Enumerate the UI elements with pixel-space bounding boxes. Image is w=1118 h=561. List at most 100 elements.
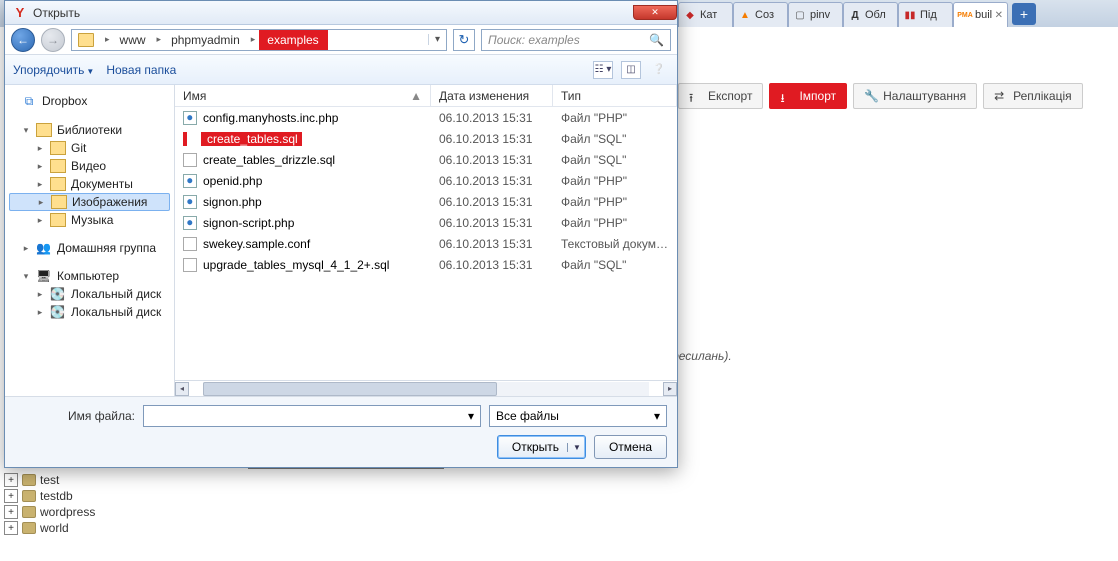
nav-item-video[interactable]: ▸Видео	[9, 157, 170, 175]
file-name: openid.php	[203, 174, 262, 188]
expand-icon[interactable]: ▸	[36, 197, 46, 208]
file-row[interactable]: signon.php06.10.2013 15:31Файл "PHP"	[175, 191, 677, 212]
file-type: Файл "PHP"	[553, 111, 677, 125]
nav-item-dropbox[interactable]: ⧉Dropbox	[9, 91, 170, 111]
yandex-icon: Y	[13, 6, 27, 20]
search-input[interactable]: Поиск: examples 🔍	[481, 29, 671, 51]
browser-tab[interactable]: ▲Соз	[733, 2, 788, 27]
file-row[interactable]: openid.php06.10.2013 15:31Файл "PHP"	[175, 170, 677, 191]
preview-pane-button[interactable]: ◫	[621, 61, 641, 79]
tab-import[interactable]: ⭳Імпорт	[769, 83, 847, 109]
breadcrumb-segment[interactable]: phpmyadmin	[165, 30, 247, 50]
file-row[interactable]: signon-script.php06.10.2013 15:31Файл "P…	[175, 212, 677, 233]
nav-back-button[interactable]: ←	[11, 28, 35, 52]
chevron-down-icon[interactable]: ▾	[654, 409, 660, 423]
expand-icon[interactable]: +	[4, 489, 18, 503]
expand-icon[interactable]: ▸	[35, 215, 45, 226]
browser-tab[interactable]: ДОбл	[843, 2, 898, 27]
db-tree-item[interactable]: +test	[4, 472, 95, 488]
db-tree-item[interactable]: +testdb	[4, 488, 95, 504]
browser-tab[interactable]: ◆Кат	[678, 2, 733, 27]
address-dropdown[interactable]: ▾	[428, 34, 446, 45]
filename-input[interactable]: ▾	[143, 405, 481, 427]
file-type: Файл "SQL"	[553, 132, 677, 146]
nav-item-git[interactable]: ▸Git	[9, 139, 170, 157]
chevron-right-icon[interactable]: ▸	[101, 34, 114, 45]
file-icon	[187, 132, 201, 146]
nav-tree: ⧉Dropbox ▾Библиотеки ▸Git ▸Видео ▸Докуме…	[5, 85, 175, 396]
database-icon	[22, 474, 36, 486]
file-row[interactable]: swekey.sample.conf06.10.2013 15:31Тексто…	[175, 233, 677, 254]
pma-icon: PMA	[958, 8, 972, 22]
window-close-button[interactable]: ✕	[633, 5, 677, 20]
file-row[interactable]: create_tables_drizzle.sql06.10.2013 15:3…	[175, 149, 677, 170]
file-row[interactable]: create_tables.sql06.10.2013 15:31Файл "S…	[175, 128, 677, 149]
expand-icon[interactable]: +	[4, 521, 18, 535]
browser-tab-active[interactable]: PMAbuil✕	[953, 2, 1008, 27]
organize-menu[interactable]: Упорядочить▼	[13, 63, 94, 77]
column-header-date[interactable]: Дата изменения	[431, 85, 553, 106]
expand-icon[interactable]: ▸	[35, 143, 45, 154]
file-row[interactable]: upgrade_tables_mysql_4_1_2+.sql06.10.201…	[175, 254, 677, 275]
nav-item-music[interactable]: ▸Музыка	[9, 211, 170, 229]
expand-icon[interactable]: ▸	[35, 161, 45, 172]
nav-item-pictures-selected[interactable]: ▸Изображения	[9, 193, 170, 211]
db-tree-item[interactable]: +wordpress	[4, 504, 95, 520]
file-type: Файл "SQL"	[553, 153, 677, 167]
nav-item-local-disk[interactable]: ▸💽Локальный диск	[9, 285, 170, 303]
nav-item-libraries[interactable]: ▾Библиотеки	[9, 121, 170, 139]
expand-icon[interactable]: ▸	[21, 243, 31, 254]
folder-icon	[50, 159, 66, 173]
tab-export[interactable]: ⭱Експорт	[678, 83, 763, 109]
expand-icon[interactable]: ▸	[35, 289, 45, 300]
nav-item-documents[interactable]: ▸Документы	[9, 175, 170, 193]
pma-tabs: ⭱Експорт ⭳Імпорт 🔧Налаштування ⇄Реплікац…	[678, 82, 1083, 110]
open-button[interactable]: Открыть▼	[497, 435, 586, 459]
scroll-left-button[interactable]: ◂	[175, 382, 189, 396]
file-icon	[183, 111, 197, 125]
chevron-right-icon[interactable]: ▸	[153, 34, 166, 45]
nav-forward-button[interactable]: →	[41, 28, 65, 52]
close-tab-icon[interactable]: ✕	[995, 10, 1003, 21]
collapse-icon[interactable]: ▾	[21, 125, 31, 136]
horizontal-scrollbar[interactable]: ◂ ▸	[175, 380, 677, 396]
scroll-right-button[interactable]: ▸	[663, 382, 677, 396]
nav-item-homegroup[interactable]: ▸👥Домашняя группа	[9, 239, 170, 257]
nav-item-local-disk[interactable]: ▸💽Локальный диск	[9, 303, 170, 321]
refresh-button[interactable]: ↻	[453, 29, 475, 51]
address-bar[interactable]: ▸ www ▸ phpmyadmin ▸ examples ▾	[71, 29, 447, 51]
expand-icon[interactable]: ▸	[35, 179, 45, 190]
scroll-thumb[interactable]	[203, 382, 497, 396]
chevron-down-icon[interactable]: ▾	[468, 409, 474, 423]
file-date: 06.10.2013 15:31	[431, 132, 553, 146]
file-type: Текстовый докум…	[553, 237, 677, 251]
file-date: 06.10.2013 15:31	[431, 216, 553, 230]
file-name: upgrade_tables_mysql_4_1_2+.sql	[203, 258, 389, 272]
new-tab-button[interactable]: +	[1012, 3, 1036, 25]
collapse-icon[interactable]: ▾	[21, 271, 31, 282]
file-type-filter[interactable]: Все файлы▾	[489, 405, 667, 427]
browser-tab[interactable]: ▢pinv	[788, 2, 843, 27]
nav-item-computer[interactable]: ▾🖥Компьютер	[9, 267, 170, 285]
tab-settings[interactable]: 🔧Налаштування	[853, 83, 977, 109]
breadcrumb-segment[interactable]: www	[114, 30, 153, 50]
new-folder-button[interactable]: Новая папка	[106, 63, 176, 77]
column-header-type[interactable]: Тип	[553, 85, 677, 106]
file-type: Файл "SQL"	[553, 258, 677, 272]
expand-icon[interactable]: +	[4, 473, 18, 487]
help-button[interactable]: ❔	[649, 61, 669, 79]
file-row[interactable]: config.manyhosts.inc.php06.10.2013 15:31…	[175, 107, 677, 128]
column-header-name[interactable]: Имя▲	[175, 85, 431, 106]
cancel-button[interactable]: Отмена	[594, 435, 667, 459]
expand-icon[interactable]: +	[4, 505, 18, 519]
tab-replication[interactable]: ⇄Реплікація	[983, 83, 1083, 109]
db-tree-item[interactable]: +world	[4, 520, 95, 536]
view-mode-button[interactable]: ☷ ▾	[593, 61, 613, 79]
breadcrumb-segment-current[interactable]: examples	[259, 30, 327, 50]
expand-icon[interactable]: ▸	[35, 307, 45, 318]
browser-tab[interactable]: ▮▮Під	[898, 2, 953, 27]
dialog-title: Открыть	[33, 6, 80, 20]
scroll-track[interactable]	[203, 382, 649, 396]
chevron-down-icon[interactable]: ▼	[567, 443, 581, 452]
chevron-right-icon[interactable]: ▸	[247, 34, 260, 45]
